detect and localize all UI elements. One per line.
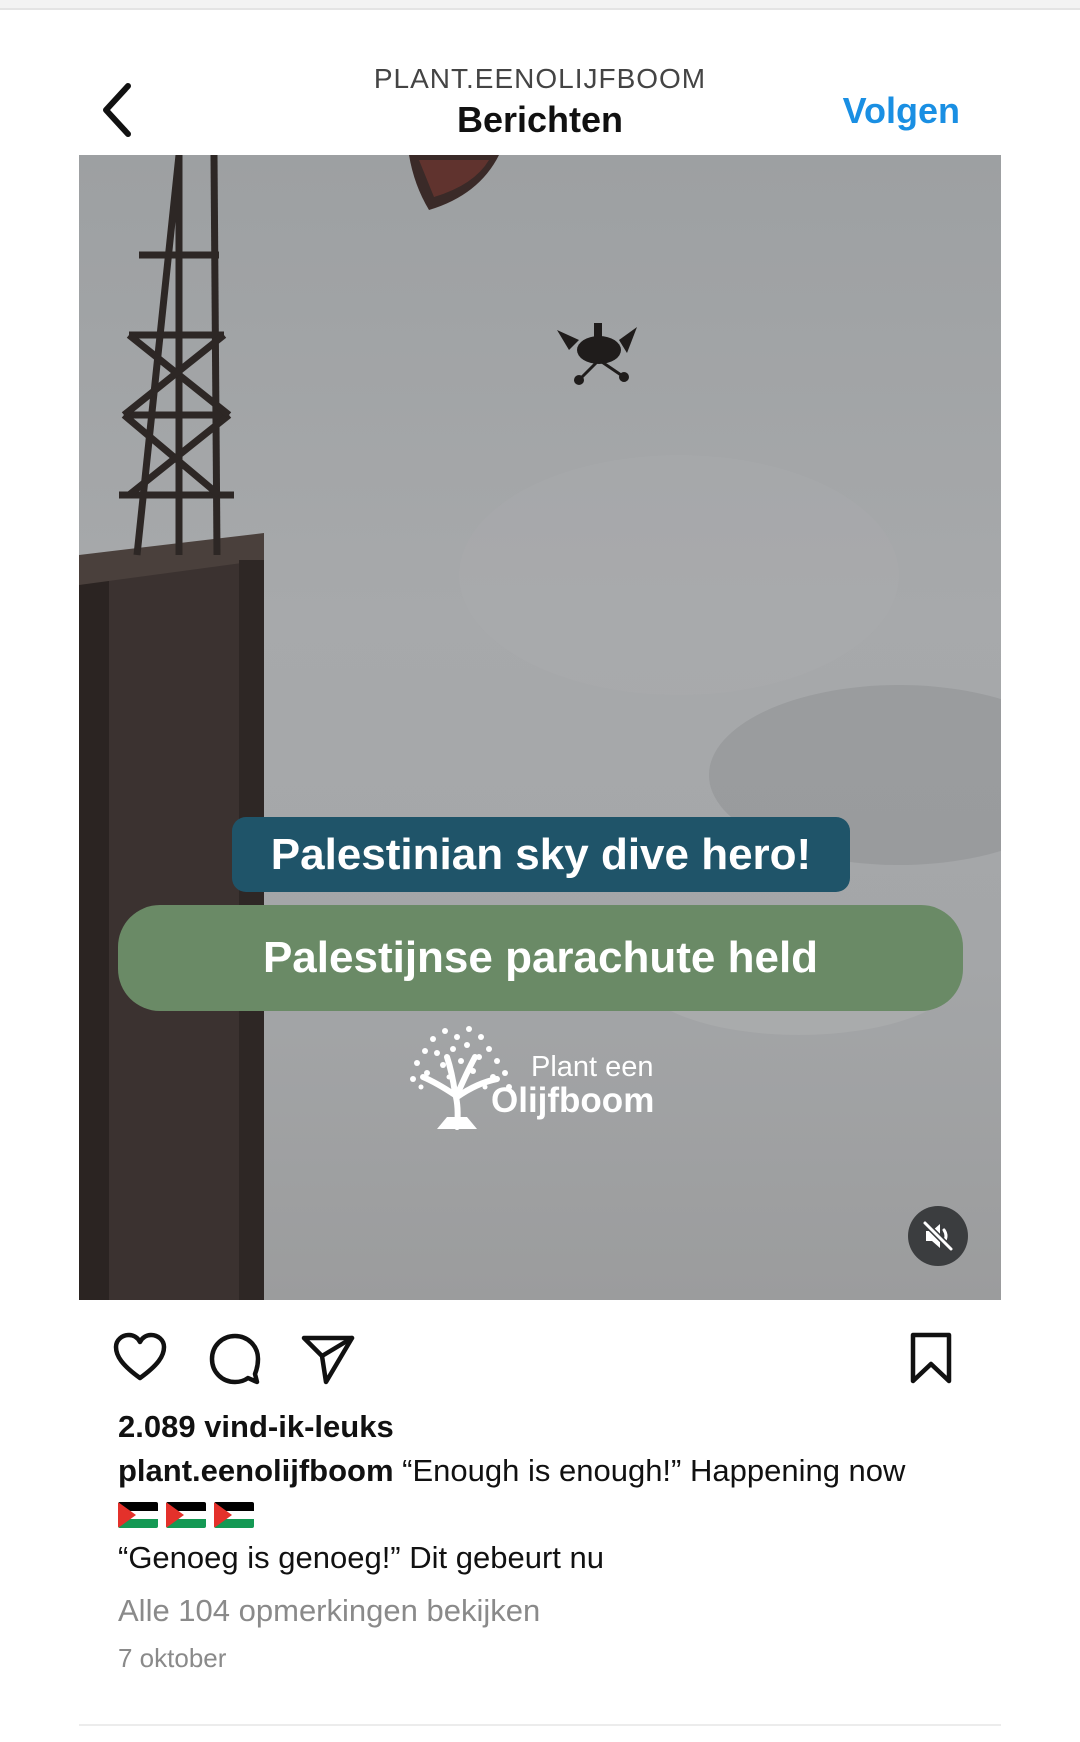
caption-text-dutch: “Genoeg is genoeg!” Dit gebeurt nu bbox=[118, 1540, 604, 1575]
comment-button[interactable] bbox=[207, 1330, 263, 1386]
brand-name-line1: Plant een bbox=[531, 1051, 654, 1083]
bookmark-icon bbox=[910, 1332, 952, 1384]
video-player[interactable]: Palestinian sky dive hero! Palestijnse p… bbox=[79, 155, 1001, 1300]
comment-icon bbox=[209, 1333, 261, 1385]
divider bbox=[79, 1724, 1001, 1726]
like-button[interactable] bbox=[112, 1330, 168, 1386]
like-count[interactable]: 2.089 vind-ik-leuks bbox=[118, 1405, 978, 1449]
video-caption-dutch: Palestijnse parachute held bbox=[118, 905, 963, 1011]
heart-icon bbox=[113, 1332, 167, 1381]
brand-logo: Plant een Olijfboom bbox=[397, 1017, 677, 1137]
follow-button[interactable]: Volgen bbox=[843, 90, 960, 132]
post-date: 7 oktober bbox=[118, 1643, 227, 1673]
palestine-flag-icon bbox=[166, 1502, 206, 1528]
post-header: PLANT.EENOLIJFBOOM Berichten Volgen bbox=[0, 10, 1080, 155]
palestine-flag-icon bbox=[214, 1502, 254, 1528]
view-comments-link[interactable]: Alle 104 opmerkingen bekijken bbox=[118, 1590, 978, 1632]
send-icon bbox=[301, 1335, 355, 1385]
caption-text-english: “Enough is enough!” Happening now bbox=[393, 1453, 906, 1488]
share-button[interactable] bbox=[300, 1330, 356, 1386]
palestine-flag-icon bbox=[118, 1502, 158, 1528]
speaker-muted-icon bbox=[922, 1220, 954, 1252]
status-bar-edge bbox=[0, 0, 1080, 10]
post-details: 2.089 vind-ik-leuks plant.eenolijfboom “… bbox=[118, 1405, 978, 1676]
post-actions bbox=[0, 1330, 1080, 1390]
mute-toggle-button[interactable] bbox=[908, 1206, 968, 1266]
brand-name-line2: Olijfboom bbox=[491, 1081, 655, 1120]
flag-emojis bbox=[118, 1496, 978, 1536]
video-caption-english: Palestinian sky dive hero! bbox=[232, 817, 850, 892]
save-button[interactable] bbox=[903, 1330, 959, 1386]
post-caption: plant.eenolijfboom “Enough is enough!” H… bbox=[118, 1452, 978, 1490]
caption-username[interactable]: plant.eenolijfboom bbox=[118, 1453, 394, 1488]
